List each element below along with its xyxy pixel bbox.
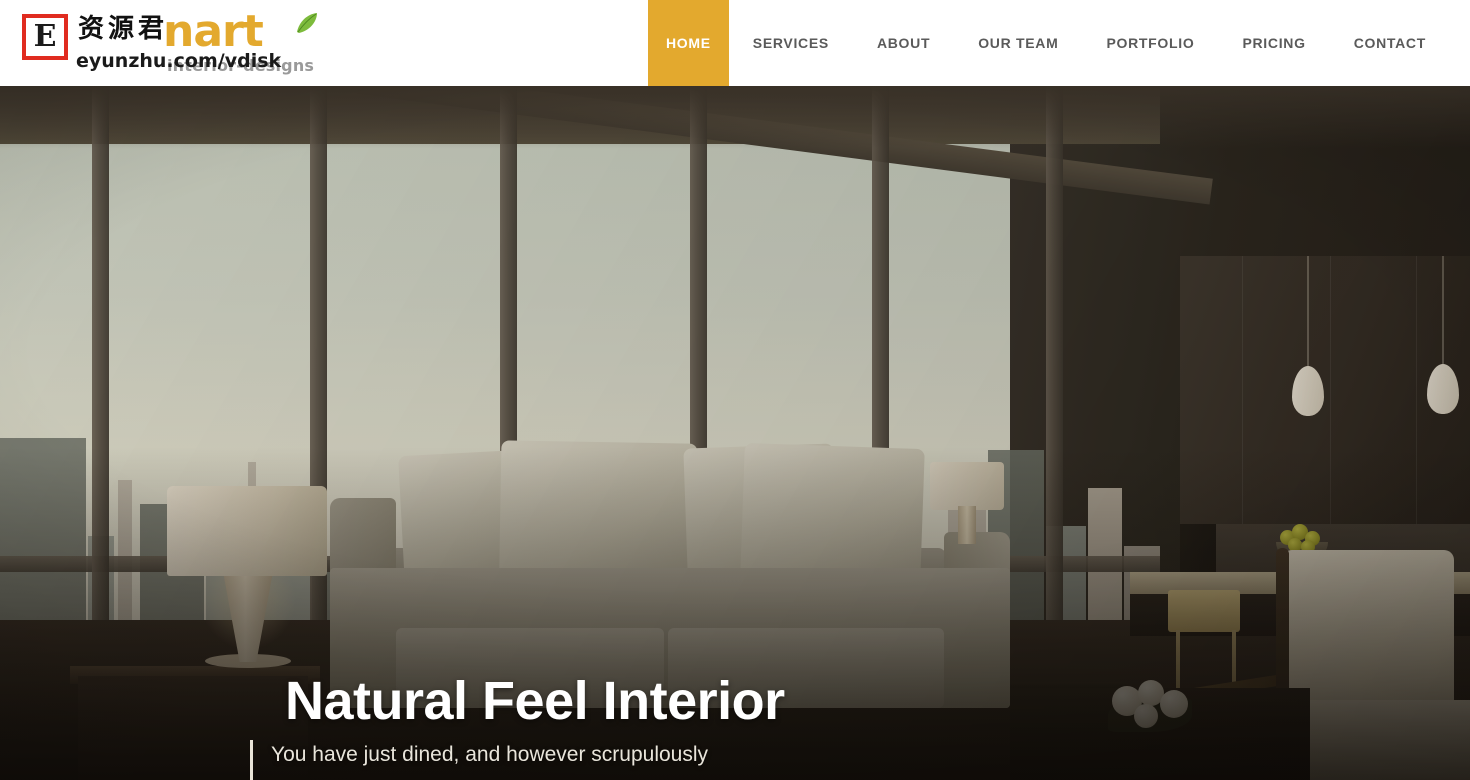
pendant-cord xyxy=(1442,256,1444,368)
table-lamp-shade xyxy=(167,486,327,576)
site-header: nart interior-designs HOME SERVICES ABOU… xyxy=(0,0,1470,86)
hero-caption: Natural Feel Interior You have just dine… xyxy=(250,671,1285,780)
nav-item-services[interactable]: SERVICES xyxy=(729,0,853,86)
nav-item-portfolio[interactable]: PORTFOLIO xyxy=(1082,0,1218,86)
nav-item-our-team[interactable]: OUR TEAM xyxy=(954,0,1082,86)
watermark-url: eyunzhu.com/vdisk xyxy=(76,50,282,72)
nav-item-about[interactable]: ABOUT xyxy=(853,0,954,86)
bar-stool xyxy=(1168,590,1240,632)
accent-lamp-stem xyxy=(958,506,976,544)
watermark-chinese-text: 资源君 xyxy=(78,14,169,44)
leaf-icon xyxy=(297,13,317,33)
pendant-cord xyxy=(1307,256,1309,370)
nav-item-contact[interactable]: CONTACT xyxy=(1330,0,1470,86)
watermark-badge-letter: E xyxy=(33,19,57,54)
page-root: nart interior-designs HOME SERVICES ABOU… xyxy=(0,0,1470,780)
nav-item-home[interactable]: HOME xyxy=(647,0,729,86)
main-navigation: HOME SERVICES ABOUT OUR TEAM PORTFOLIO P… xyxy=(647,0,1470,86)
hero-banner: Natural Feel Interior You have just dine… xyxy=(0,86,1470,780)
watermark-badge-icon: E xyxy=(22,14,68,60)
hero-accent-bar xyxy=(250,740,253,780)
hero-subtitle: You have just dined, and however scrupul… xyxy=(271,743,709,766)
accent-lamp-shade xyxy=(930,462,1004,510)
nav-item-pricing[interactable]: PRICING xyxy=(1218,0,1329,86)
watermark-overlay: E 资源君 eyunzhu.com/vdisk xyxy=(22,12,281,74)
hero-title: Natural Feel Interior xyxy=(285,671,785,731)
armchair-seat xyxy=(1290,700,1470,780)
hero-subtitle-row: You have just dined, and however scrupul… xyxy=(250,740,1285,780)
